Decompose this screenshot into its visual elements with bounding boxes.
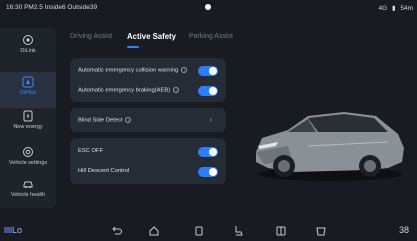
sidebar-item-dipilot[interactable]: DiPilot [0, 72, 56, 108]
sidebar-item-label: DiLink [20, 48, 36, 54]
aeb-braking-toggle[interactable] [198, 86, 218, 96]
sidebar-item-new-energy[interactable]: New energy [0, 110, 56, 146]
toggle-knob [209, 67, 217, 75]
network-label: 4G [378, 5, 388, 12]
tab-underline [127, 46, 139, 48]
hill-descent-row: Hill Descent Control [78, 164, 218, 178]
tab-active-safety[interactable]: Active Safety [127, 32, 176, 41]
toggle-knob [209, 87, 217, 95]
chevron-right-icon: › [209, 115, 212, 124]
aeb-warning-text: Automatic emergency collision warning i [78, 67, 188, 74]
blind-side-text: Blind Side Detect i [78, 117, 132, 124]
sidebar-item-label: Vehicle settings [8, 160, 48, 166]
recent-apps-icon[interactable] [193, 225, 205, 237]
toggle-knob [209, 148, 217, 156]
blind-side-card[interactable]: Blind Side Detect i › [70, 108, 226, 132]
tab-parking-assist[interactable]: Parking Assist [189, 33, 233, 40]
hill-descent-label: Hill Descent Control [78, 168, 130, 174]
status-right: 4G ▮ 54m [375, 4, 413, 12]
aeb-warning-row: Automatic emergency collision warning i [78, 63, 218, 77]
sidebar-item-label: Vehicle health [10, 192, 46, 198]
status-bar: 16:30 PM2.5 Inside6 Outside39 4G ▮ 54m [0, 0, 417, 16]
sidebar-item-vehicle-health[interactable]: Vehicle health [0, 178, 56, 214]
aeb-warning-toggle[interactable] [198, 66, 218, 76]
back-icon[interactable] [110, 225, 122, 237]
tab-driving-assist[interactable]: Driving Assist [70, 33, 112, 40]
defrost-icon[interactable] [315, 225, 327, 237]
right-temperature[interactable]: 38 [399, 225, 409, 235]
dilink-icon [23, 35, 33, 45]
fan-icon [4, 227, 12, 233]
hill-descent-toggle[interactable] [198, 167, 218, 177]
vehicle-health-icon [23, 181, 33, 188]
aeb-braking-row: Automatic emergency braking(AEB) i [78, 83, 218, 97]
dipilot-icon [22, 76, 34, 88]
vehicle-image [256, 112, 404, 181]
aeb-braking-text: Automatic emergency braking(AEB) i [78, 87, 180, 94]
sidebar-item-dilink[interactable]: DiLink [0, 34, 56, 70]
esc-off-label: ESC OFF [78, 148, 104, 154]
signal-icon: ▮ [391, 5, 396, 12]
status-info: 16:30 PM2.5 Inside6 Outside39 [6, 4, 98, 11]
aeb-card: Automatic emergency collision warning i A… [70, 58, 226, 102]
sidebar-item-vehicle-settings[interactable]: Vehicle settings [0, 146, 56, 182]
bottom-bar: Lo 38 [0, 219, 417, 241]
esc-off-row: ESC OFF [78, 144, 218, 158]
left-temperature[interactable]: Lo [12, 225, 22, 235]
info-icon[interactable]: i [173, 87, 180, 93]
vehicle-settings-icon [23, 147, 33, 157]
esc-off-toggle[interactable] [198, 147, 218, 157]
aeb-warning-label: Automatic emergency collision warning [78, 67, 179, 74]
blind-side-row[interactable]: Blind Side Detect i › [78, 113, 218, 127]
new-energy-icon [23, 110, 33, 122]
info-icon[interactable]: i [125, 117, 132, 123]
home-icon[interactable] [148, 225, 160, 237]
aeb-braking-label: Automatic emergency braking(AEB) [78, 87, 171, 94]
sidebar: DiLink DiPilot New energy Vehicle settin… [0, 28, 56, 208]
toggle-knob [209, 168, 217, 176]
seat-icon[interactable] [232, 225, 244, 237]
info-icon[interactable]: i [181, 67, 188, 73]
sidebar-item-label: DiPilot [20, 90, 36, 96]
stability-card: ESC OFF Hill Descent Control [70, 138, 226, 184]
notification-icon[interactable] [203, 2, 213, 12]
sidebar-item-label: New energy [13, 124, 43, 130]
range-label: 54m [400, 5, 413, 12]
climate-icon[interactable] [275, 225, 287, 237]
blind-side-label: Blind Side Detect [78, 117, 123, 124]
